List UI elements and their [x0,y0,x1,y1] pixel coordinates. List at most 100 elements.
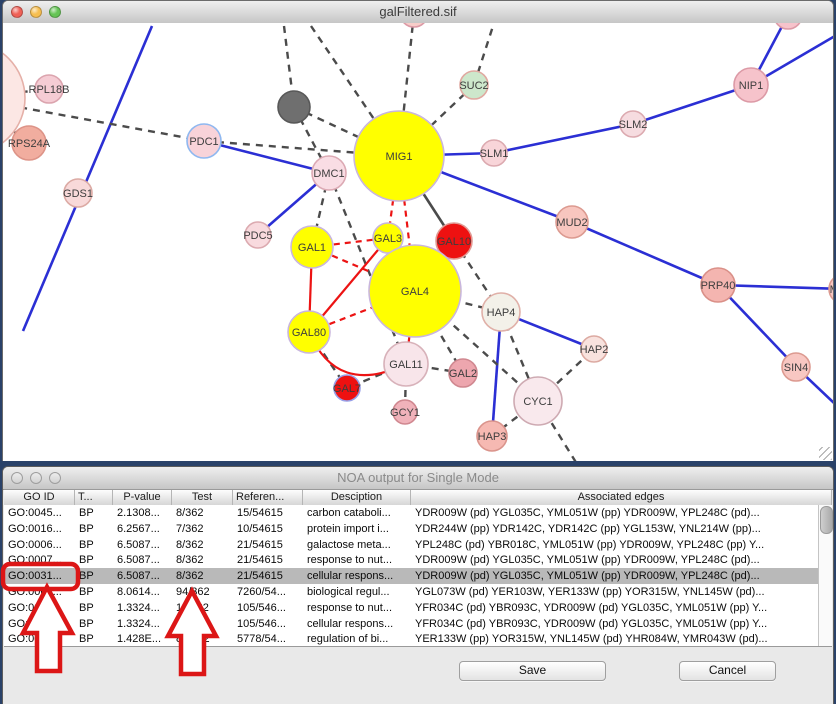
table-cell: BP [75,584,113,600]
column-header-referen-[interactable]: Referen... [233,490,303,505]
table-cell: 11/362 [172,600,233,616]
graph-node-label: MSL1 [830,284,833,296]
column-header-test[interactable]: Test [172,490,233,505]
table-cell: 1.3324... [113,600,172,616]
table-cell: regulation of bi... [303,631,411,646]
table-cell: GO:0031... [4,600,75,616]
table-cell: 21/54615 [233,568,303,584]
network-window-title: galFiltered.sif [3,4,833,19]
table-cell: 6.5087... [113,552,172,568]
graph-node-gray[interactable] [278,91,310,123]
cancel-button[interactable]: Cancel [679,661,776,681]
network-canvas[interactable]: RPL18BRPS24AGDS1PDC1PDC5DMC1MIG1SUC2SLM1… [3,23,833,461]
table-cell: GO:0050... [4,631,75,646]
graph-node-top1[interactable] [774,23,802,29]
table-row[interactable]: GO:0031...BP6.5087...8/36221/54615cellul… [4,568,818,584]
table-cell: BP [75,616,113,632]
table-body: GO:0045...BP2.1308...8/36215/54615carbon… [4,505,818,646]
table-cell: YFR034C (pd) YBR093C, YDR009W (pd) YGL03… [411,616,818,632]
graph-edge-mud2-prp40[interactable] [572,222,718,285]
table-cell: 1.3324... [113,616,172,632]
table-cell: response to nut... [303,600,411,616]
table-cell: 1.428E... [113,631,172,646]
table-row[interactable]: GO:0065...BP8.0614...94/3627260/54...bio… [4,584,818,600]
graph-node-label: GAL7 [333,383,361,395]
column-header-p-value[interactable]: P-value [113,490,172,505]
column-header-t-[interactable]: T... [75,490,113,505]
table-cell: YDR009W (pd) YGL035C, YML051W (pp) YDR00… [411,505,818,521]
table-cell: 8/362 [172,537,233,553]
noa-titlebar[interactable]: NOA output for Single Mode [3,467,833,490]
table-cell: YGL073W (pd) YER103W, YER133W (pp) YOR31… [411,584,818,600]
table-cell: 11/362 [172,616,233,632]
table-row[interactable]: GO:0031...BP1.3324...11/362105/546...res… [4,600,818,616]
graph-node-label: GAL1 [298,242,326,254]
table-cell: 8/362 [172,568,233,584]
table-cell: 5778/54... [233,631,303,646]
graph-node-label: PDC1 [189,136,218,148]
graph-node-label: GAL2 [449,368,477,380]
table-cell: 2.1308... [113,505,172,521]
graph-node-label: RPL18B [29,84,70,96]
graph-node-label: SLM1 [480,148,509,160]
graph-node-label: SUC2 [459,80,488,92]
table-cell: 10/54615 [233,521,303,537]
network-titlebar[interactable]: galFiltered.sif [3,1,833,24]
table-cell: 6.5087... [113,568,172,584]
table-cell: GO:0031... [4,568,75,584]
graph-node-label: GDS1 [63,188,93,200]
noa-window-title: NOA output for Single Mode [3,470,833,485]
graph-node-label: SIN4 [784,362,808,374]
graph-edge-slm1-slm2[interactable] [494,124,633,153]
graph-node-label: MIG1 [386,151,413,163]
table-cell: YDR009W (pd) YGL035C, YML051W (pp) YDR00… [411,552,818,568]
noa-output-window: NOA output for Single Mode GO IDT...P-va… [2,466,834,704]
graph-node-label: MUD2 [556,217,587,229]
graph-edge-v1-v2[interactable] [23,26,152,331]
table-cell: 7/362 [172,521,233,537]
column-header-associated-edges[interactable]: Associated edges [411,490,832,505]
table-cell: GO:0007... [4,552,75,568]
results-table: GO IDT...P-valueTestReferen...Desciption… [4,489,832,647]
table-cell: 21/54615 [233,552,303,568]
table-cell: BP [75,631,113,646]
network-graph[interactable]: RPL18BRPS24AGDS1PDC1PDC5DMC1MIG1SUC2SLM1… [3,23,833,461]
table-header-row: GO IDT...P-valueTestReferen...Desciption… [4,490,832,506]
graph-node-label: GAL11 [389,359,422,371]
table-cell: BP [75,552,113,568]
graph-node-top2[interactable] [400,23,428,27]
table-cell: YER133W (pp) YOR315W, YNL145W (pd) YHR08… [411,631,818,646]
save-button[interactable]: Save [459,661,606,681]
table-cell: carbon cataboli... [303,505,411,521]
table-row[interactable]: GO:0050...BP1.428E...80/3625778/54...reg… [4,631,818,646]
graph-node-label: GCY1 [390,407,420,419]
table-row[interactable]: GO:0016...BP6.2567...7/36210/54615protei… [4,521,818,537]
table-cell: 105/546... [233,600,303,616]
table-row[interactable]: GO:0045...BP2.1308...8/36215/54615carbon… [4,505,818,521]
graph-node-label: HAP2 [580,344,609,356]
graph-node-label: SLM2 [619,119,648,131]
table-cell: 8.0614... [113,584,172,600]
column-header-go-id[interactable]: GO ID [4,490,75,505]
graph-edge-slm2-nip1[interactable] [633,85,751,124]
graph-node-label: NIP1 [739,80,763,92]
vertical-scrollbar[interactable] [818,505,832,646]
table-cell: 8/362 [172,505,233,521]
table-row[interactable]: GO:0007...BP6.5087...8/36221/54615respon… [4,552,818,568]
table-cell: GO:0045... [4,505,75,521]
scrollbar-thumb[interactable] [820,506,833,534]
table-row[interactable]: GO:0031...BP1.3324...11/362105/546...cel… [4,616,818,632]
table-row[interactable]: GO:0006...BP6.5087...8/36221/54615galact… [4,537,818,553]
column-header-desciption[interactable]: Desciption [303,490,411,505]
network-window: galFiltered.sif RPL18BRPS24AGDS1PDC1PDC5… [2,0,834,461]
resize-grip-icon[interactable] [819,447,832,460]
table-cell: response to nut... [303,552,411,568]
table-cell: 80/362 [172,631,233,646]
graph-edge-pdc1-dmc1[interactable] [204,141,329,173]
graph-node-label: GAL80 [292,327,326,339]
graph-node-label: CYC1 [523,396,552,408]
table-cell: BP [75,505,113,521]
table-cell: 6.2567... [113,521,172,537]
table-cell: cellular respons... [303,616,411,632]
table-cell: 21/54615 [233,537,303,553]
